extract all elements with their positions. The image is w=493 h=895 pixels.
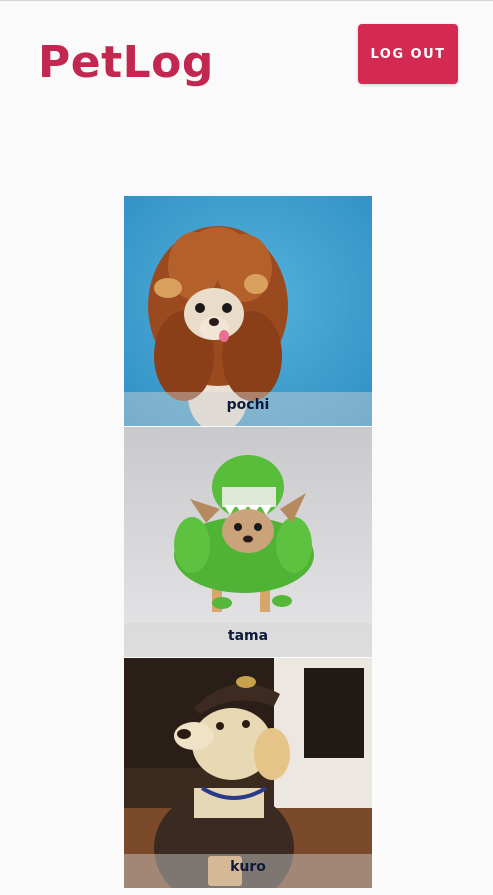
top-divider <box>0 0 493 1</box>
pet-name-label: pochi <box>124 392 372 426</box>
logout-button[interactable]: LOG OUT <box>358 24 458 84</box>
pet-card-kuro[interactable]: kuro <box>124 658 372 888</box>
pet-card-tama[interactable]: tama <box>124 427 372 657</box>
pet-card-pochi[interactable]: pochi <box>124 196 372 426</box>
pet-list: pochi tama kuro <box>124 196 372 889</box>
pet-name-label: kuro <box>124 854 372 888</box>
pet-name-label: tama <box>124 623 372 657</box>
app-title: PetLog <box>38 37 214 88</box>
